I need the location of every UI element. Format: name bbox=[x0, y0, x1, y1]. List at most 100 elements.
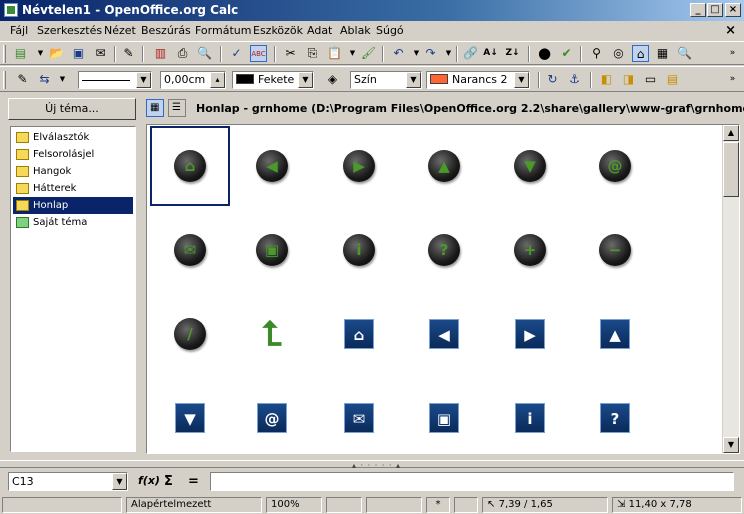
close-button[interactable]: × bbox=[725, 3, 741, 17]
menu-edit[interactable]: Szerkesztés bbox=[37, 24, 102, 37]
area-style-select[interactable]: Szín ▼ bbox=[350, 71, 422, 89]
new-document-icon[interactable]: ▤ bbox=[12, 45, 29, 62]
new-dropdown-icon[interactable]: ▼ bbox=[32, 45, 49, 62]
gallery-item[interactable]: i bbox=[490, 378, 570, 453]
print-icon[interactable]: ⎙ bbox=[174, 45, 191, 62]
gallery-item[interactable]: ▼ bbox=[490, 126, 570, 206]
paste-dropdown-icon[interactable]: ▼ bbox=[344, 45, 361, 62]
zoom-icon[interactable]: 🔍 bbox=[676, 45, 693, 62]
theme-item-hatterek[interactable]: Hátterek bbox=[13, 180, 133, 197]
gallery-item[interactable]: − bbox=[575, 210, 655, 290]
gallery-item[interactable]: ▲ bbox=[575, 294, 655, 374]
send-to-back-icon[interactable]: ◨ bbox=[620, 71, 637, 88]
page-preview-icon[interactable]: 🔍 bbox=[196, 45, 213, 62]
formula-input[interactable] bbox=[210, 472, 734, 491]
copy-icon[interactable]: ⎘ bbox=[304, 45, 321, 62]
icon-view-button[interactable]: ▦ bbox=[146, 99, 164, 117]
scroll-down-icon[interactable]: ▼ bbox=[723, 437, 739, 453]
menu-view[interactable]: Nézet bbox=[104, 24, 136, 37]
data-sources-icon[interactable]: ▦ bbox=[654, 45, 671, 62]
arrow-style-dropdown-icon[interactable]: ▼ bbox=[54, 71, 71, 88]
panel-splitter[interactable]: ▴ · · · · · ▴ bbox=[0, 460, 744, 470]
gallery-grid[interactable]: ? i ▣ ✉ @ ▼ ▲ ▶ ◀ ⌂ ⮤ / − +? i ▣ ✉ @ ▼ ▲ ▶ ◀ ⌂ ▲ ▼ bbox=[146, 124, 740, 454]
theme-item-felsorolasjel[interactable]: Felsorolásjel bbox=[13, 146, 133, 163]
anchor-icon[interactable]: ⚓ bbox=[566, 71, 583, 88]
redo-dropdown-icon[interactable]: ▼ bbox=[440, 45, 457, 62]
scroll-thumb[interactable] bbox=[723, 142, 739, 197]
find-replace-icon[interactable]: ⚲ bbox=[588, 45, 605, 62]
rotate-icon[interactable]: ↻ bbox=[544, 71, 561, 88]
save-icon[interactable]: ▣ bbox=[70, 45, 87, 62]
scroll-up-icon[interactable]: ▲ bbox=[723, 125, 739, 141]
gallery-item[interactable]: ✉ bbox=[150, 210, 230, 290]
gallery-item[interactable]: @ bbox=[575, 126, 655, 206]
menu-insert[interactable]: Beszúrás bbox=[141, 24, 191, 37]
gallery-item[interactable]: ⌂ bbox=[319, 294, 399, 374]
calc-app-icon[interactable] bbox=[4, 3, 18, 17]
stepper-icon[interactable]: ▴ bbox=[210, 72, 225, 88]
hyperlink-icon[interactable]: 🔗 bbox=[462, 45, 479, 62]
toolbar-grip[interactable] bbox=[3, 45, 6, 63]
toolbar-grip[interactable] bbox=[3, 71, 6, 89]
record-icon[interactable]: ● bbox=[536, 45, 553, 62]
document-close-icon[interactable]: × bbox=[725, 23, 736, 38]
status-zoom[interactable]: 100% bbox=[266, 497, 322, 513]
chevron-down-icon[interactable]: ▼ bbox=[514, 72, 529, 88]
gallery-item[interactable]: ✉ bbox=[319, 378, 399, 453]
area-fill-icon[interactable]: ◈ bbox=[324, 71, 341, 88]
gallery-item[interactable]: + bbox=[490, 210, 570, 290]
line-style-select[interactable]: ▼ bbox=[78, 71, 152, 89]
to-foreground-icon[interactable]: ▭ bbox=[642, 71, 659, 88]
chevron-down-icon[interactable]: ▼ bbox=[406, 72, 421, 88]
theme-item-sajat-tema[interactable]: Saját téma bbox=[13, 214, 133, 231]
sort-descending-icon[interactable]: Z↓ bbox=[504, 45, 521, 62]
email-icon[interactable]: ✉ bbox=[92, 45, 109, 62]
gallery-item[interactable]: ? bbox=[575, 378, 655, 453]
gallery-icon[interactable]: ⌂ bbox=[632, 45, 649, 62]
sort-ascending-icon[interactable]: A↓ bbox=[482, 45, 499, 62]
menu-tools[interactable]: Eszközök bbox=[253, 24, 303, 37]
arrow-style-icon[interactable]: ⇆ bbox=[36, 71, 53, 88]
bring-to-front-icon[interactable]: ◧ bbox=[598, 71, 615, 88]
gallery-item[interactable]: ⌂ bbox=[150, 126, 230, 206]
toolbar-overflow-icon[interactable]: » bbox=[724, 45, 741, 62]
menu-format[interactable]: Formátum bbox=[195, 24, 251, 37]
line-width-input[interactable]: 0,00cm ▴ bbox=[160, 71, 226, 89]
gallery-item[interactable]: ◀ bbox=[232, 126, 312, 206]
gallery-item[interactable]: ▶ bbox=[319, 126, 399, 206]
autospellcheck-icon[interactable]: ABC bbox=[250, 45, 267, 62]
chevron-down-icon[interactable]: ▼ bbox=[298, 72, 313, 88]
gallery-item[interactable]: ▣ bbox=[232, 210, 312, 290]
clone-formatting-icon[interactable]: 🖌 bbox=[360, 45, 377, 62]
status-insert-mode[interactable] bbox=[326, 497, 362, 513]
open-icon[interactable]: 📂 bbox=[48, 45, 65, 62]
paste-icon[interactable]: 📋 bbox=[326, 45, 343, 62]
status-page-style[interactable]: Alapértelmezett bbox=[126, 497, 262, 513]
status-selection-mode[interactable] bbox=[366, 497, 422, 513]
new-theme-button[interactable]: Új téma... bbox=[8, 98, 136, 120]
menu-window[interactable]: Ablak bbox=[340, 24, 371, 37]
vertical-scrollbar[interactable]: ▲ ▼ bbox=[722, 125, 739, 453]
to-background-icon[interactable]: ▤ bbox=[664, 71, 681, 88]
redo-icon[interactable]: ↷ bbox=[422, 45, 439, 62]
detail-view-button[interactable]: ☰ bbox=[168, 99, 186, 117]
theme-item-hangok[interactable]: Hangok bbox=[13, 163, 133, 180]
menu-help[interactable]: Súgó bbox=[376, 24, 404, 37]
gallery-item[interactable]: ▲ bbox=[404, 126, 484, 206]
gallery-item[interactable]: / bbox=[150, 294, 230, 374]
gallery-item[interactable]: ? bbox=[404, 210, 484, 290]
line-color-select[interactable]: Fekete ▼ bbox=[232, 71, 314, 89]
chevron-down-icon[interactable]: ▼ bbox=[136, 72, 151, 88]
line-icon[interactable]: ✎ bbox=[14, 71, 31, 88]
name-box[interactable]: C13 ▼ bbox=[8, 472, 128, 491]
cut-icon[interactable]: ✂ bbox=[282, 45, 299, 62]
undo-icon[interactable]: ↶ bbox=[390, 45, 407, 62]
gallery-item[interactable]: ⮤ bbox=[232, 294, 312, 374]
status-signature[interactable] bbox=[454, 497, 478, 513]
fill-color-select[interactable]: Narancs 2 ▼ bbox=[426, 71, 530, 89]
function-icon[interactable]: = bbox=[188, 474, 199, 489]
gallery-item[interactable]: ◀ bbox=[404, 294, 484, 374]
gallery-item[interactable]: ▶ bbox=[490, 294, 570, 374]
gallery-item[interactable]: ▼ bbox=[150, 378, 230, 453]
menu-data[interactable]: Adat bbox=[307, 24, 332, 37]
